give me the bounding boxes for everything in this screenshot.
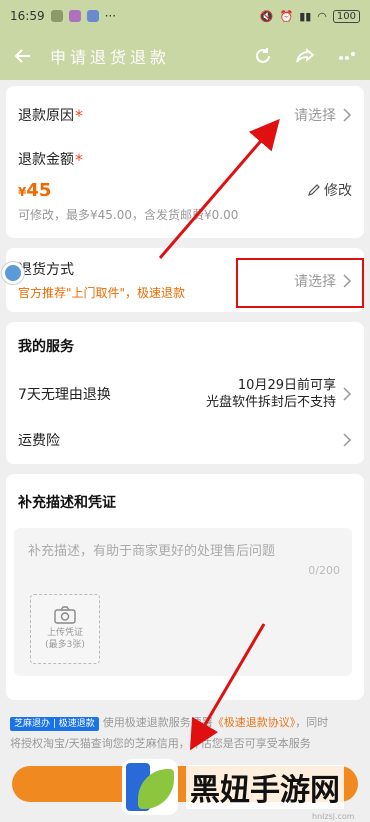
battery-icon: 100	[332, 9, 360, 23]
notification-icon	[50, 10, 63, 22]
agreement-text: 芝麻退办 | 极速退款 使用极速退款服务须署《极速退款协议》，同时 将授权淘宝/天…	[10, 712, 360, 754]
refund-amount-hint-row: 可修改，最多¥45.00，含发货邮费¥0.00	[6, 204, 364, 224]
chevron-right-icon	[343, 108, 352, 122]
sync-icon	[86, 10, 99, 22]
service-item-label: 7天无理由退换	[18, 387, 111, 403]
description-textarea[interactable]: 补充描述，有助于商家更好的处理售后问题 0/200 上传凭证 (最多3张)	[14, 528, 352, 676]
refund-card: 退款原因 * 请选择 退款金额 * ¥45 修改 可修改，最多¥45.00，含发货邮…	[6, 86, 364, 238]
annotation-highlight-box	[236, 258, 364, 308]
refund-amount-hint: 可修改，最多¥45.00，含发货邮费¥0.00	[18, 207, 239, 222]
refund-reason-label: 退款原因	[18, 108, 74, 124]
amount-number: 45	[26, 179, 52, 201]
chevron-right-icon	[343, 387, 352, 401]
watermark-text: 黑妞手游网	[186, 765, 344, 809]
more-dots-icon: ···	[104, 9, 117, 23]
agreement-link[interactable]: 《极速退款协议》	[213, 716, 296, 729]
refund-amount-row: ¥45 修改	[6, 176, 364, 204]
floating-assistant-icon[interactable]	[2, 262, 24, 284]
page-title: 申请退货退款	[50, 48, 171, 67]
alarm-icon: ⏰	[279, 9, 294, 23]
status-bar: 16:59 ··· 🔇 ⏰ ▮▮ ◠ 100	[0, 0, 370, 32]
more-icon[interactable]	[336, 45, 358, 67]
app-icon	[68, 10, 81, 22]
services-card: 我的服务 7天无理由退换 10月29日前可享 光盘软件拆封后不支持 运费险	[6, 322, 364, 464]
agreement-text-part: 将授权淘宝/天猫查询您的芝麻信用	[10, 737, 179, 750]
share-icon[interactable]	[294, 45, 316, 67]
agreement-text-part: 署	[201, 716, 213, 729]
required-mark: *	[75, 149, 83, 169]
upload-limit: (最多3张)	[45, 640, 85, 650]
mute-icon: 🔇	[259, 9, 274, 23]
watermark-logo	[122, 759, 178, 815]
edit-amount-button[interactable]: 修改	[307, 180, 352, 200]
pencil-icon	[308, 184, 320, 196]
service-item-7day[interactable]: 7天无理由退换 10月29日前可享 光盘软件拆封后不支持	[6, 374, 364, 414]
watermark: 黑妞手游网 hnlzsj.com	[122, 752, 370, 822]
service-item-value-line2: 光盘软件拆封后不支持	[205, 395, 336, 410]
refund-amount-label-row: 退款金额 *	[6, 146, 364, 172]
services-title-row: 我的服务	[6, 334, 364, 358]
status-time: 16:59	[10, 9, 45, 23]
evidence-title: 补充描述和凭证	[18, 495, 116, 511]
refund-amount-value: ¥45	[18, 180, 51, 201]
back-arrow-icon[interactable]	[12, 45, 34, 67]
upload-label: 上传凭证	[46, 628, 83, 639]
signal-icon: ▮▮	[299, 9, 312, 23]
agreement-text-part: 使用极速退款服务须	[102, 716, 202, 729]
evidence-title-row: 补充描述和凭证	[6, 490, 364, 514]
edit-label: 修改	[324, 183, 352, 199]
agreement-text-part: ，评估您是否可享受本服务	[178, 737, 311, 750]
services-title: 我的服务	[18, 339, 74, 355]
agreement-text-part: ，同时	[295, 716, 329, 729]
char-counter: 0/200	[308, 564, 340, 577]
required-mark: *	[75, 105, 83, 125]
zhima-badge: 芝麻退办 | 极速退款	[10, 717, 99, 731]
chevron-right-icon	[343, 433, 352, 447]
service-item-value-line1: 10月29日前可享	[237, 378, 336, 393]
refund-amount-label: 退款金额	[18, 152, 74, 168]
wifi-icon: ◠	[317, 9, 327, 23]
refresh-icon[interactable]	[252, 45, 274, 67]
nav-bar: 申请退货退款	[0, 32, 370, 80]
camera-icon	[54, 606, 76, 625]
service-item-freight-insurance[interactable]: 运费险	[6, 426, 364, 454]
watermark-url: hnlzsj.com	[312, 812, 355, 821]
service-item-label: 运费险	[18, 433, 60, 449]
refund-reason-row[interactable]: 退款原因 * 请选择	[6, 100, 364, 130]
upload-evidence-button[interactable]: 上传凭证 (最多3张)	[30, 594, 100, 664]
description-placeholder: 补充描述，有助于商家更好的处理售后问题	[28, 544, 276, 559]
refund-reason-value: 请选择	[294, 108, 336, 124]
